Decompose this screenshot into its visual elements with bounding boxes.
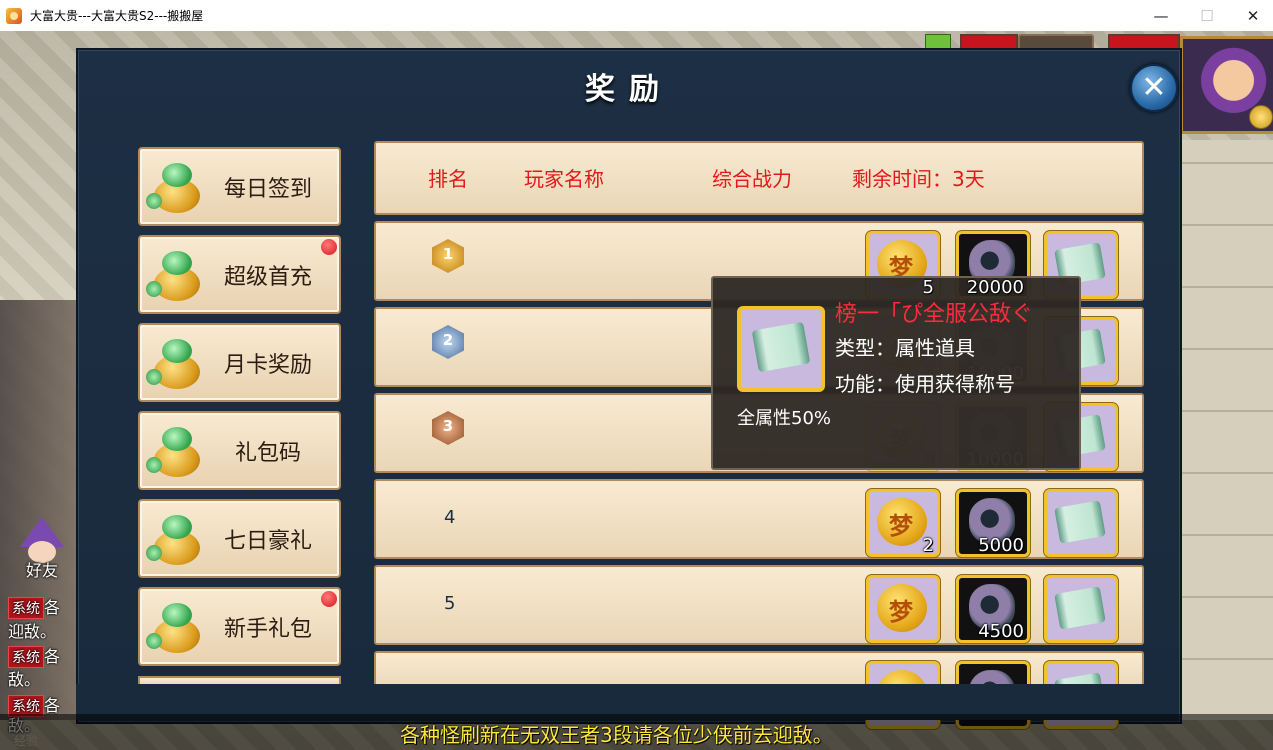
chat-text: 各 — [44, 647, 61, 666]
red-dot-badge-icon — [321, 239, 337, 255]
menu-item-label: 超级首充 — [223, 265, 312, 290]
menu-item-label: 七日豪礼 — [223, 529, 312, 554]
rank-table-header: 排名 玩家名称 综合战力 剩余时间：3天 — [374, 141, 1144, 215]
reward-qty: 2 — [922, 535, 934, 556]
header-player-name: 玩家名称 — [524, 167, 604, 191]
rank-number: 4 — [444, 507, 456, 528]
rank-medal-icon: 3 — [428, 411, 468, 451]
medal-rank: 3 — [442, 417, 454, 435]
chat-text: 各 — [44, 598, 61, 617]
rank-row[interactable]: 5 4500 — [374, 565, 1144, 645]
menu-item-2[interactable]: 超级首充 — [138, 235, 341, 314]
chat-line-cont: 迎敌。 — [8, 622, 57, 641]
reward-qty: 5000 — [978, 535, 1024, 556]
jade-shape — [162, 163, 192, 187]
friend-button[interactable]: 好友 — [10, 517, 70, 581]
scroll-icon — [737, 306, 825, 392]
close-icon: ✕ — [1141, 70, 1167, 105]
jade-shape — [146, 457, 162, 473]
reward-stone-icon[interactable]: 5000 — [956, 489, 1030, 557]
tooltip-item-name: 榜一「ぴ全服公敌ぐ — [835, 302, 1034, 327]
money-bag-icon — [146, 509, 206, 567]
item-tooltip: 榜一「ぴ全服公敌ぐ 类型：属性道具 功能：使用获得称号 全属性50% — [711, 276, 1081, 470]
jade-shape — [146, 281, 162, 297]
window-titlebar: 大富大贵---大富大贵S2---搬搬屋 — ☐ ✕ — [0, 0, 1273, 32]
menu-item-label: 月卡奖励 — [223, 353, 312, 378]
system-tag: 系统 — [8, 597, 44, 619]
system-tag: 系统 — [8, 646, 44, 668]
header-time-left: 剩余时间：3天 — [852, 167, 985, 191]
reward-scroll-icon[interactable] — [1044, 489, 1118, 557]
coin-icon — [1249, 105, 1273, 129]
player-portrait[interactable] — [1180, 36, 1273, 134]
red-dot-badge-icon — [321, 591, 337, 607]
reward-stone-icon[interactable]: 4500 — [956, 575, 1030, 643]
menu-item-label: 新手礼包 — [223, 617, 312, 642]
menu-item-6[interactable]: 新手礼包 — [138, 587, 341, 666]
rank-medal-icon: 2 — [428, 325, 468, 365]
reward-qty: 4500 — [978, 621, 1024, 642]
tooltip-item-attribute: 全属性50% — [737, 408, 832, 429]
marquee-text: 各种怪刷新在无双王者3段请各位少侠前去迎敌。 — [400, 723, 833, 747]
chat-line-cont: 敌。 — [8, 670, 41, 689]
menu-item-label: 每日签到 — [223, 177, 312, 202]
money-bag-icon — [146, 157, 206, 215]
jade-shape — [162, 339, 192, 363]
menu-item-1[interactable]: 每日签到 — [138, 147, 341, 226]
chat-text: 各 — [44, 696, 61, 715]
menu-item-5[interactable]: 七日豪礼 — [138, 499, 341, 578]
jade-shape — [162, 603, 192, 627]
medal-rank: 2 — [442, 331, 454, 349]
menu-item-4[interactable]: 礼包码 — [138, 411, 341, 490]
medal-rank: 1 — [442, 245, 454, 263]
reward-stone-icon[interactable]: 20000 — [956, 231, 1030, 299]
minimize-button[interactable]: — — [1138, 0, 1184, 31]
chat-line: 系统各 — [0, 594, 60, 619]
jade-shape — [162, 251, 192, 275]
app-icon — [6, 7, 22, 24]
reward-qty: 5 — [922, 277, 934, 298]
money-bag-icon — [146, 245, 206, 303]
rank-row[interactable]: 4 2 5000 — [374, 479, 1144, 559]
friend-label: 好友 — [26, 561, 59, 580]
dialog-title: 奖励 — [585, 72, 673, 107]
jade-shape — [146, 545, 162, 561]
dialog-close-button[interactable]: ✕ — [1130, 64, 1178, 112]
jade-shape — [146, 633, 162, 649]
reward-coin-icon[interactable] — [866, 575, 940, 643]
jade-shape — [162, 515, 192, 539]
money-bag-icon — [146, 333, 206, 391]
reward-qty: 20000 — [966, 277, 1024, 298]
header-power: 综合战力 — [712, 167, 792, 191]
header-rank: 排名 — [428, 167, 468, 191]
menu-item-3[interactable]: 月卡奖励 — [138, 323, 341, 402]
reward-scroll-icon[interactable] — [1044, 575, 1118, 643]
jade-shape — [146, 369, 162, 385]
jade-shape — [146, 193, 162, 209]
tooltip-item-function: 功能：使用获得称号 — [835, 372, 1015, 396]
rank-number: 5 — [444, 593, 456, 614]
money-bag-icon — [146, 597, 206, 655]
reward-coin-icon[interactable]: 2 — [866, 489, 940, 557]
menu-item-label: 礼包码 — [234, 441, 301, 466]
scene-right-floor — [1180, 140, 1273, 720]
chat-line: 系统各 — [0, 643, 60, 668]
maximize-button[interactable]: ☐ — [1184, 0, 1230, 31]
window-title: 大富大贵---大富大贵S2---搬搬屋 — [30, 9, 204, 23]
money-bag-icon — [146, 421, 206, 479]
window-close-button[interactable]: ✕ — [1230, 0, 1273, 31]
tooltip-item-type: 类型：属性道具 — [835, 336, 975, 360]
system-marquee: 各种怪刷新在无双王者3段请各位少侠前去迎敌。 — [0, 714, 1273, 750]
jade-shape — [162, 427, 192, 451]
rank-medal-icon: 1 — [428, 239, 468, 279]
